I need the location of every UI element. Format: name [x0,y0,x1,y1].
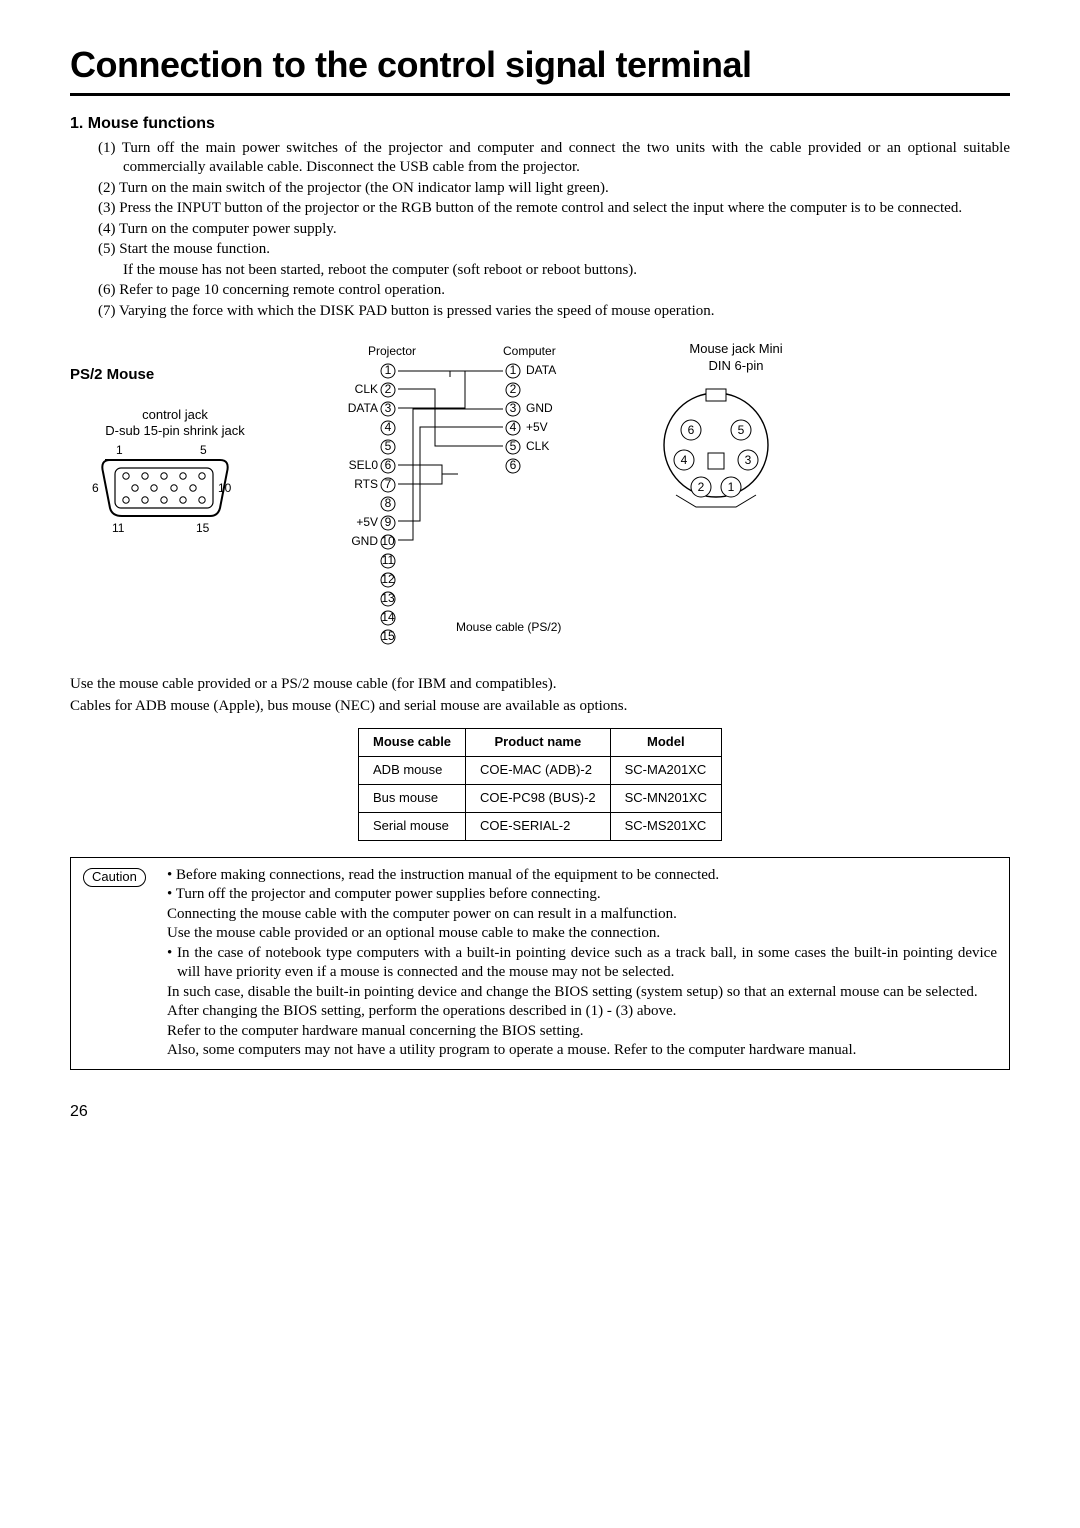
svg-text:2: 2 [510,382,517,396]
table-header: Product name [466,729,611,757]
table-cell: ADB mouse [359,756,466,784]
table-cell: COE-MAC (ADB)-2 [466,756,611,784]
svg-text:15: 15 [381,629,395,643]
svg-text:Computer: Computer [503,344,556,358]
svg-text:6: 6 [510,458,517,472]
caution-item: Also, some computers may not have a util… [167,1041,997,1061]
caution-item: • Turn off the projector and computer po… [167,885,997,905]
svg-text:Mouse cable (PS/2): Mouse cable (PS/2) [456,620,561,634]
page-title: Connection to the control signal termina… [70,42,1010,96]
caution-item: Connecting the mouse cable with the comp… [167,905,997,925]
caution-box: Caution • Before making connections, rea… [70,857,1010,1070]
svg-text:10: 10 [218,481,232,495]
table-cell: SC-MA201XC [610,756,721,784]
step: (6) Refer to page 10 concerning remote c… [98,281,1010,301]
ps2-mouse-label: PS/2 Mouse [70,365,280,385]
svg-text:CLK: CLK [526,439,549,453]
svg-text:11: 11 [382,553,395,567]
svg-text:1: 1 [385,363,392,377]
svg-text:6: 6 [385,458,392,472]
step: (3) Press the INPUT button of the projec… [98,199,1010,219]
control-jack-label: control jack [142,407,208,422]
svg-text:+5V: +5V [356,515,378,529]
step-sub: If the mouse has not been started, reboo… [98,261,1010,281]
svg-text:GND: GND [351,534,378,548]
svg-text:14: 14 [381,610,395,624]
svg-text:4: 4 [510,420,517,434]
svg-text:10: 10 [381,534,395,548]
svg-text:5: 5 [385,439,392,453]
svg-text:CLK: CLK [355,382,378,396]
svg-text:RTS: RTS [354,477,378,491]
section-heading: 1. Mouse functions [70,114,1010,135]
table-header: Mouse cable [359,729,466,757]
svg-text:6: 6 [92,481,99,495]
caution-label: Caution [83,868,146,887]
table-header: Model [610,729,721,757]
step: (2) Turn on the main switch of the proje… [98,179,1010,199]
caution-item: Use the mouse cable provided or an optio… [167,924,997,944]
din-label: DIN 6-pin [709,358,764,373]
caution-item: • Before making connections, read the in… [167,866,997,886]
svg-text:1: 1 [116,443,123,457]
step: (4) Turn on the computer power supply. [98,220,1010,240]
mouse-cable-table: Mouse cable Product name Model ADB mouse… [358,728,722,841]
svg-text:2: 2 [698,480,705,494]
svg-text:11: 11 [112,521,125,535]
svg-text:12: 12 [381,572,395,586]
svg-text:5: 5 [510,439,517,453]
svg-text:GND: GND [526,401,553,415]
dsub-label: D-sub 15-pin shrink jack [105,423,244,438]
caution-item: After changing the BIOS setting, perform… [167,1002,997,1022]
table-cell: SC-MN201XC [610,784,721,812]
body-text: Cables for ADB mouse (Apple), bus mouse … [70,697,1010,717]
svg-text:4: 4 [681,453,688,467]
table-cell: Bus mouse [359,784,466,812]
svg-text:13: 13 [381,591,395,605]
dsub-connector-diagram: 15 610 1115 [70,440,260,540]
pin-mapping-diagram: Projector Computer Mouse cable (PS/2) [298,341,618,661]
svg-text:DATA: DATA [526,363,556,377]
table-cell: COE-SERIAL-2 [466,812,611,840]
svg-text:8: 8 [385,496,392,510]
table-cell: COE-PC98 (BUS)-2 [466,784,611,812]
din-connector-diagram: 6 5 4 3 2 1 [636,375,796,515]
svg-text:1: 1 [510,363,517,377]
svg-text:SEL0: SEL0 [349,458,379,472]
svg-text:4: 4 [385,420,392,434]
table-cell: Serial mouse [359,812,466,840]
svg-text:15: 15 [196,521,210,535]
mouse-jack-label: Mouse jack Mini [689,341,782,356]
svg-text:1: 1 [728,480,735,494]
page-number: 26 [70,1102,1010,1123]
svg-text:Projector: Projector [368,344,416,358]
body-text: Use the mouse cable provided or a PS/2 m… [70,675,1010,695]
step: (1) Turn off the main power switches of … [98,139,1010,178]
svg-text:3: 3 [745,453,752,467]
svg-text:2: 2 [385,382,392,396]
caution-item: • In the case of notebook type computers… [167,944,997,983]
step: (7) Varying the force with which the DIS… [98,302,1010,322]
caution-item: In such case, disable the built-in point… [167,983,997,1003]
svg-text:9: 9 [385,515,392,529]
table-cell: SC-MS201XC [610,812,721,840]
ps2-diagram: PS/2 Mouse control jack D-sub 15-pin shr… [70,341,1010,661]
svg-text:+5V: +5V [526,420,548,434]
svg-text:7: 7 [385,477,392,491]
svg-text:3: 3 [510,401,517,415]
svg-text:5: 5 [200,443,207,457]
svg-text:3: 3 [385,401,392,415]
svg-text:DATA: DATA [348,401,378,415]
step: (5) Start the mouse function. [98,240,1010,260]
svg-text:5: 5 [738,423,745,437]
svg-text:6: 6 [688,423,695,437]
caution-item: Refer to the computer hardware manual co… [167,1022,997,1042]
steps: (1) Turn off the main power switches of … [98,139,1010,322]
